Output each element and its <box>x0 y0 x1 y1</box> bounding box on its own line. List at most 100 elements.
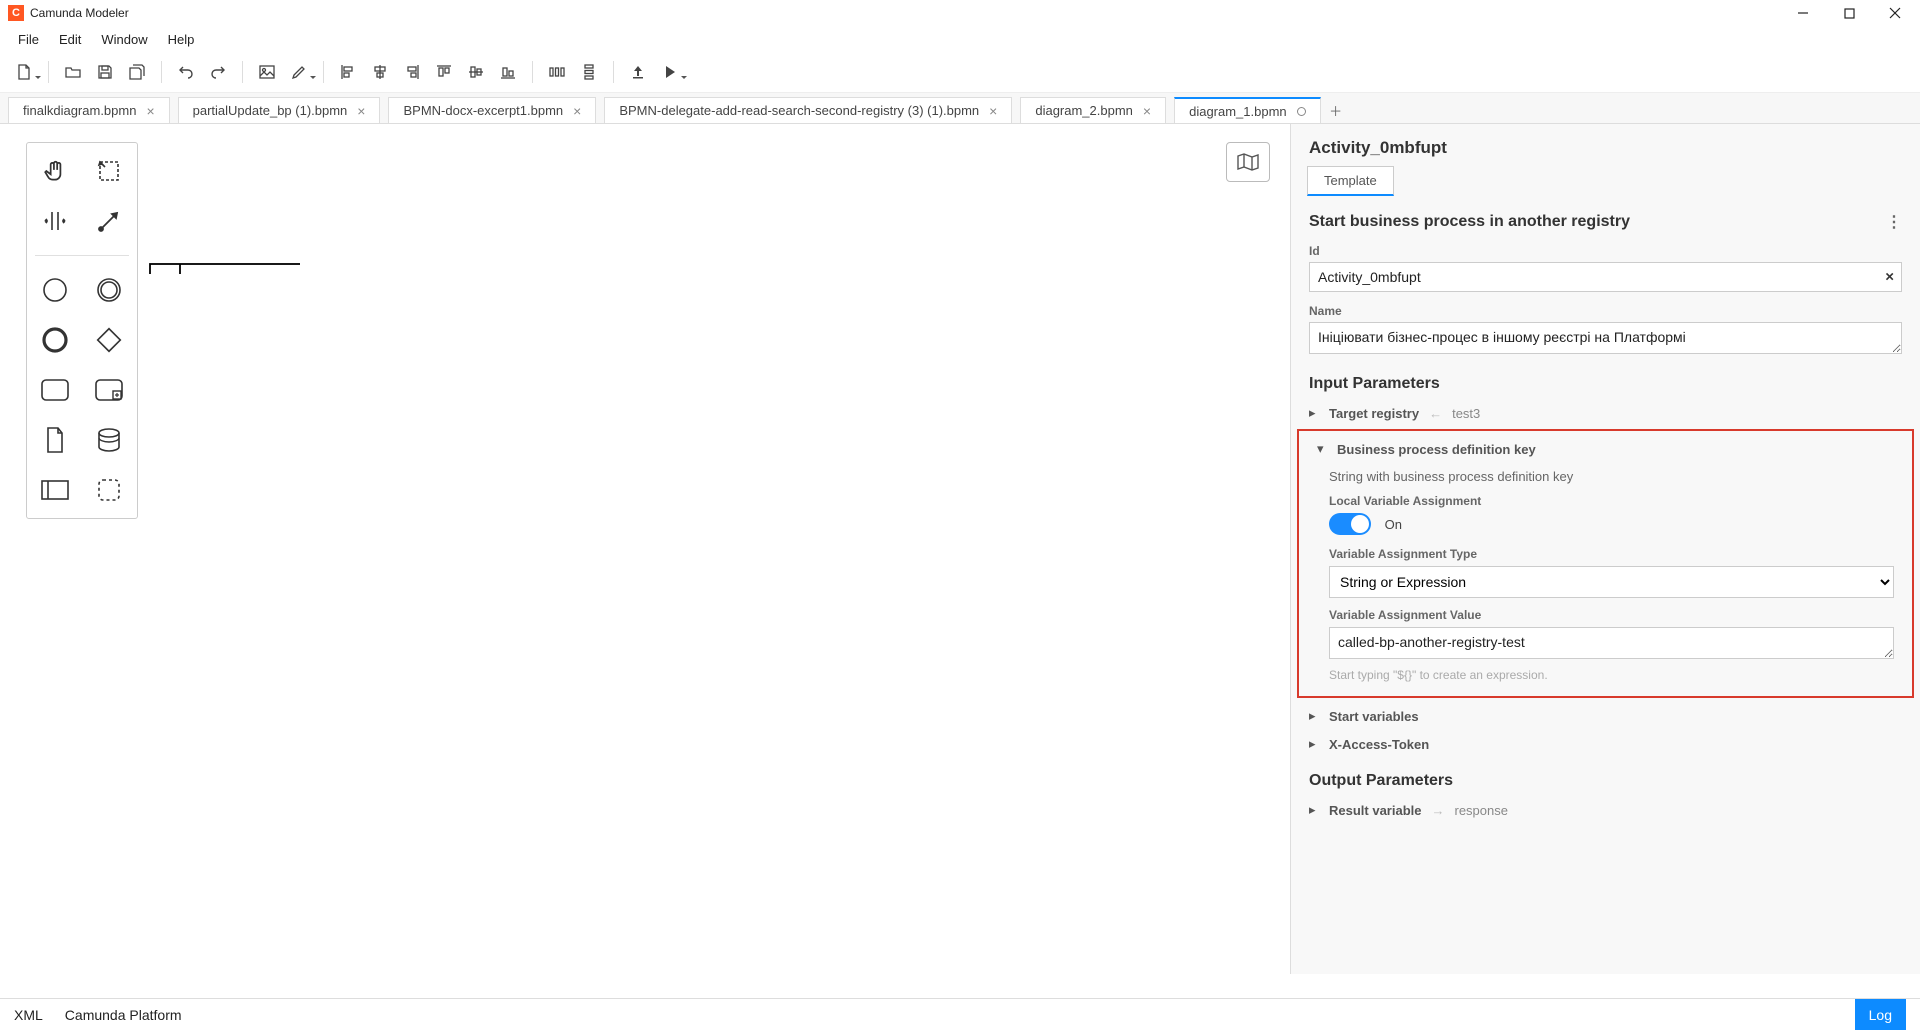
close-icon[interactable]: × <box>357 104 365 118</box>
align-left-button[interactable] <box>334 58 362 86</box>
menu-window[interactable]: Window <box>91 29 157 50</box>
save-button[interactable] <box>91 58 119 86</box>
tab-finalkdiagram[interactable]: finalkdiagram.bpmn × <box>8 97 170 123</box>
align-center-h-button[interactable] <box>366 58 394 86</box>
output-parameters-title: Output Parameters <box>1291 758 1920 796</box>
properties-panel: Properties Panel Activity_0mbfupt Templa… <box>1290 124 1920 974</box>
vat-select[interactable]: String or Expression <box>1329 566 1894 598</box>
subprocess-tool[interactable] <box>89 372 129 408</box>
platform-label[interactable]: Camunda Platform <box>65 1007 182 1023</box>
template-tab[interactable]: Template <box>1307 166 1394 196</box>
tab-label: BPMN-docx-excerpt1.bpmn <box>403 103 563 118</box>
menu-edit[interactable]: Edit <box>49 29 91 50</box>
arrow-icon: → <box>1432 803 1445 818</box>
result-variable-row[interactable]: ▸ Result variable → response <box>1291 796 1920 824</box>
maximize-button[interactable] <box>1826 0 1872 26</box>
undo-button[interactable] <box>172 58 200 86</box>
vat-label: Variable Assignment Type <box>1329 547 1894 561</box>
target-registry-value: test3 <box>1452 406 1480 421</box>
lva-label: Local Variable Assignment <box>1329 494 1894 508</box>
id-label: Id <box>1309 244 1902 258</box>
status-bar: XML Camunda Platform Log <box>0 998 1920 1030</box>
color-button[interactable] <box>285 58 313 86</box>
result-variable-label: Result variable <box>1329 803 1422 818</box>
bpmn-diagram[interactable]: Тестовий бізнес-процес Ініціювати <box>0 124 300 274</box>
chevron-right-icon: ▸ <box>1309 708 1319 724</box>
element-id-header: Activity_0mbfupt <box>1291 124 1920 166</box>
minimize-button[interactable] <box>1780 0 1826 26</box>
highlighted-section: ▾ Business process definition key String… <box>1297 429 1914 698</box>
vav-hint: Start typing "${}" to create an expressi… <box>1329 668 1894 682</box>
image-button[interactable] <box>253 58 281 86</box>
menu-file[interactable]: File <box>8 29 49 50</box>
tab-docx-excerpt[interactable]: BPMN-docx-excerpt1.bpmn × <box>388 97 596 123</box>
title-bar: C Camunda Modeler <box>0 0 1920 26</box>
end-event-tool[interactable] <box>35 322 75 358</box>
align-bottom-button[interactable] <box>494 58 522 86</box>
dirty-indicator-icon <box>1297 107 1306 116</box>
save-all-button[interactable] <box>123 58 151 86</box>
lva-toggle[interactable] <box>1329 513 1371 535</box>
start-event-tool[interactable] <box>35 272 75 308</box>
name-label: Name <box>1309 304 1902 318</box>
gateway-tool[interactable] <box>89 322 129 358</box>
close-window-button[interactable] <box>1872 0 1918 26</box>
tab-delegate[interactable]: BPMN-delegate-add-read-search-second-reg… <box>604 97 1012 123</box>
start-variables-row[interactable]: ▸ Start variables <box>1291 702 1920 730</box>
id-input[interactable] <box>1309 262 1902 292</box>
target-registry-label: Target registry <box>1329 406 1419 421</box>
chevron-right-icon: ▸ <box>1309 736 1319 752</box>
minimap-toggle[interactable] <box>1226 142 1270 182</box>
tab-label: diagram_1.bpmn <box>1189 104 1287 119</box>
bpdk-row[interactable]: ▾ Business process definition key <box>1299 435 1912 463</box>
data-object-tool[interactable] <box>35 422 75 458</box>
chevron-right-icon: ▸ <box>1309 405 1319 421</box>
tab-label: diagram_2.bpmn <box>1035 103 1133 118</box>
tab-partialupdate[interactable]: partialUpdate_bp (1).bpmn × <box>178 97 381 123</box>
x-access-token-row[interactable]: ▸ X-Access-Token <box>1291 730 1920 758</box>
tab-label: BPMN-delegate-add-read-search-second-reg… <box>619 103 979 118</box>
clear-icon[interactable]: × <box>1885 269 1894 286</box>
deploy-button[interactable] <box>624 58 652 86</box>
menu-help[interactable]: Help <box>158 29 205 50</box>
start-variables-label: Start variables <box>1329 709 1419 724</box>
tab-label: partialUpdate_bp (1).bpmn <box>193 103 348 118</box>
intermediate-event-tool[interactable] <box>89 272 129 308</box>
close-icon[interactable]: × <box>146 104 154 118</box>
align-right-button[interactable] <box>398 58 426 86</box>
vav-input[interactable]: called-bp-another-registry-test <box>1329 627 1894 659</box>
target-registry-row[interactable]: ▸ Target registry ← test3 <box>1291 399 1920 427</box>
xml-view-toggle[interactable]: XML <box>14 1007 43 1023</box>
tab-diagram1[interactable]: diagram_1.bpmn <box>1174 97 1321 123</box>
bpdk-label: Business process definition key <box>1337 442 1536 457</box>
diagram-canvas[interactable]: Тестовий бізнес-процес Ініціювати <box>0 124 1290 974</box>
run-button[interactable] <box>656 58 684 86</box>
menu-bar: File Edit Window Help <box>0 26 1920 52</box>
redo-button[interactable] <box>204 58 232 86</box>
open-file-button[interactable] <box>59 58 87 86</box>
align-top-button[interactable] <box>430 58 458 86</box>
close-icon[interactable]: × <box>573 104 581 118</box>
task-tool[interactable] <box>35 372 75 408</box>
lva-state: On <box>1385 517 1402 532</box>
pool-tool[interactable] <box>35 472 75 508</box>
document-tabs: finalkdiagram.bpmn × partialUpdate_bp (1)… <box>0 92 1920 124</box>
log-button[interactable]: Log <box>1855 999 1906 1030</box>
close-icon[interactable]: × <box>1143 104 1151 118</box>
data-store-tool[interactable] <box>89 422 129 458</box>
vav-label: Variable Assignment Value <box>1329 608 1894 622</box>
group-tool[interactable] <box>89 472 129 508</box>
bpdk-description: String with business process definition … <box>1329 469 1894 484</box>
distribute-h-button[interactable] <box>543 58 571 86</box>
align-center-v-button[interactable] <box>462 58 490 86</box>
app-icon: C <box>8 5 24 21</box>
new-file-button[interactable] <box>10 58 38 86</box>
tab-diagram2[interactable]: diagram_2.bpmn × <box>1020 97 1166 123</box>
distribute-v-button[interactable] <box>575 58 603 86</box>
tab-label: finalkdiagram.bpmn <box>23 103 136 118</box>
name-input[interactable]: Ініціювати бізнес-процес в іншому реєстр… <box>1309 322 1902 354</box>
add-tab-button[interactable]: ＋ <box>1321 97 1351 123</box>
more-menu-icon[interactable]: ⋮ <box>1886 212 1902 232</box>
app-title: Camunda Modeler <box>30 6 1780 20</box>
close-icon[interactable]: × <box>989 104 997 118</box>
